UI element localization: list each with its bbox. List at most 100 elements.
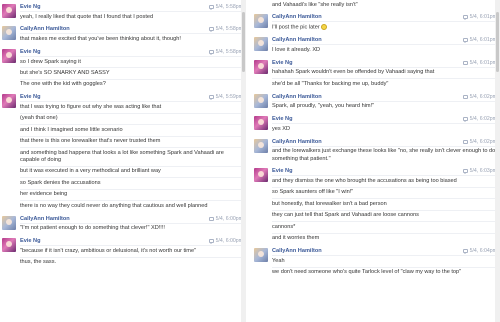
avatar[interactable]: [2, 238, 16, 253]
message-text: thus, the sass.: [20, 256, 242, 268]
message-text: cannons*: [272, 221, 496, 232]
message-line: "I'm not patient enough to do something …: [20, 225, 165, 232]
timestamp: 5/4, 5:58pm: [215, 48, 243, 55]
avatar-face-icon: [258, 251, 264, 258]
message-meta: 5/4, 6:02pm: [462, 93, 497, 101]
avatar-face-icon: [6, 7, 12, 13]
message-line: that I was trying to figure out why she …: [20, 103, 162, 110]
message-group: and Vahaadi's like "she really isn't": [252, 0, 500, 10]
chat-column-left[interactable]: Evie Ng 5/4, 5:58pm yeah, I really liked t…: [0, 0, 246, 322]
scrollbar[interactable]: [495, 0, 500, 322]
chat-bubble-icon: [462, 94, 468, 100]
message-text: they can just tell that Spark and Vahaad…: [272, 209, 496, 221]
message-text: and I think I imagined some little scena…: [20, 124, 242, 135]
chat-bubble-icon: [462, 139, 468, 145]
message-text: but honestly, that lorewalker isn't a ba…: [272, 198, 496, 209]
message-meta: 5/4, 5:58pm: [208, 25, 243, 33]
message-meta: 5/4, 5:58pm: [208, 48, 243, 56]
message-line: and Vahaadi's like "she really isn't": [272, 1, 358, 8]
avatar-face-icon: [258, 62, 264, 69]
avatar[interactable]: [254, 116, 268, 131]
message-group: CallyAnn Hamilton 5/4, 6:01pm I love it al…: [252, 36, 500, 55]
avatar[interactable]: [2, 215, 16, 230]
message-text: hahahah Spark wouldn't even be offended …: [272, 66, 496, 78]
avatar-face-icon: [258, 171, 264, 178]
message-text: and it worries them: [272, 232, 496, 244]
avatar-face-icon: [258, 141, 264, 148]
message-meta: 5/4, 6:01pm: [462, 13, 497, 21]
message-meta: 5/4, 6:02pm: [462, 138, 497, 146]
message-text: and the lorewalkers just exchange these …: [272, 145, 496, 165]
timestamp: 5/4, 5:59pm: [215, 94, 243, 101]
timestamp: 5/4, 6:01pm: [469, 59, 497, 66]
timestamp: 5/4, 6:02pm: [469, 93, 497, 100]
chat-bubble-icon: [208, 27, 214, 33]
message-group: CallyAnn Hamilton 5/4, 6:02pm Spark, all p…: [252, 93, 500, 112]
chat-bubble-icon: [208, 216, 214, 222]
message-text: yes XD: [272, 123, 496, 134]
message-group: CallyAnn Hamilton 5/4, 6:00pm "I'm not pat…: [0, 215, 246, 234]
timestamp: 5/4, 6:04pm: [469, 248, 497, 255]
avatar[interactable]: [254, 37, 268, 52]
message-meta: 5/4, 6:00pm: [208, 215, 243, 223]
chat-bubble-icon: [462, 60, 468, 66]
avatar-face-icon: [258, 40, 264, 47]
message-text: I love it already. XD: [272, 44, 496, 55]
message-text: that makes me excited that you've been t…: [20, 33, 242, 44]
smiley-icon: [320, 24, 327, 31]
timestamp: 5/4, 6:03pm: [469, 168, 497, 175]
message-group: Evie Ng 5/4, 5:58pm yeah, I really liked t…: [0, 3, 246, 22]
avatar-face-icon: [6, 29, 12, 36]
message-meta: 5/4, 6:00pm: [208, 237, 243, 245]
message-line: but she's SO SNARKY AND SASSY: [20, 69, 110, 76]
avatar[interactable]: [254, 168, 268, 183]
message-line: yes XD: [272, 125, 291, 132]
chat-bubble-icon: [462, 15, 468, 21]
chat-column-right[interactable]: and Vahaadi's like "she really isn't" Cal…: [252, 0, 500, 322]
message-text: and Vahaadi's like "she really isn't": [272, 0, 496, 10]
avatar[interactable]: [254, 138, 268, 153]
message-line: so I drew Spark saying it: [20, 58, 81, 65]
message-line: and the lorewalkers just exchange these …: [272, 148, 496, 162]
timestamp: 5/4, 6:00pm: [215, 238, 243, 245]
message-text: "I'm not patient enough to do something …: [20, 222, 242, 234]
chat-bubble-icon: [208, 95, 214, 100]
timestamp: 5/4, 5:58pm: [215, 4, 243, 10]
avatar[interactable]: [254, 14, 268, 29]
message-group: Evie Ng 5/4, 6:00pm "because if it isn't c…: [0, 237, 246, 268]
message-meta: 5/4, 5:59pm: [208, 93, 243, 101]
avatar[interactable]: [2, 4, 16, 18]
message-meta: 5/4, 6:04pm: [462, 247, 497, 255]
scrollbar-thumb[interactable]: [496, 12, 499, 72]
message-text: her evidence being: [20, 188, 242, 200]
message-line: Yeah: [272, 257, 285, 264]
avatar-face-icon: [6, 97, 12, 104]
message-text: so Spark saunters off like "I win!": [272, 186, 496, 198]
message-text: and something bad happens that looks a l…: [20, 147, 242, 166]
message-text: and they dismiss the one who brought the…: [272, 175, 496, 186]
avatar-face-icon: [6, 51, 12, 58]
message-text: she'd be all "Thanks for backing me up, …: [272, 78, 496, 89]
message-text: The one with the kid with goggles?: [20, 78, 242, 90]
message-group: Evie Ng 5/4, 6:02pm yes XD: [252, 115, 500, 134]
chat-screenshot: Evie Ng 5/4, 5:58pm yeah, I really liked t…: [0, 0, 500, 322]
avatar-face-icon: [6, 218, 12, 225]
message-group: Evie Ng 5/4, 6:03pm and they dismiss the o…: [252, 167, 500, 244]
message-line: The one with the kid with goggles?: [20, 81, 106, 88]
message-line: there is no way they could never do anyt…: [20, 202, 208, 209]
avatar[interactable]: [254, 59, 268, 74]
message-line: they can just tell that Spark and Vahaad…: [272, 212, 419, 219]
avatar[interactable]: [2, 94, 16, 109]
message-line: her evidence being: [20, 191, 68, 198]
message-group: Evie Ng 5/4, 5:59pm that I was trying to f…: [0, 93, 246, 211]
message-line: but it was executed in a very methodical…: [20, 168, 161, 175]
avatar[interactable]: [2, 48, 16, 63]
scrollbar-thumb[interactable]: [242, 12, 245, 72]
chat-bubble-icon: [208, 239, 214, 244]
avatar[interactable]: [2, 26, 16, 41]
avatar[interactable]: [254, 248, 268, 263]
avatar[interactable]: [254, 93, 268, 108]
chat-bubble-icon: [462, 38, 468, 43]
avatar-face-icon: [258, 96, 264, 103]
message-line: that makes me excited that you've been t…: [20, 36, 181, 43]
